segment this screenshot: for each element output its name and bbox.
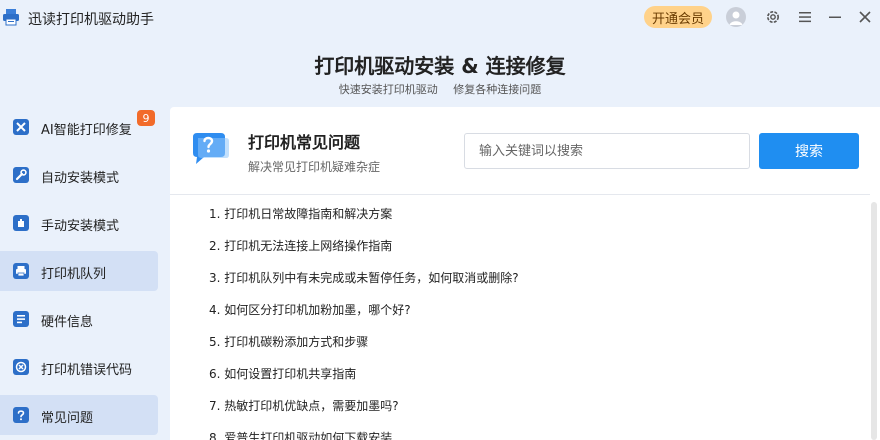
settings-icon[interactable] [764, 8, 782, 26]
vip-button[interactable]: 开通会员 [644, 6, 712, 28]
sidebar: AI智能打印修复 9 自动安装模式 手动安装模式 打印机队列 硬件信息 打印机错… [0, 104, 170, 440]
faq-item[interactable]: 2. 打印机无法连接上网络操作指南 [209, 237, 392, 257]
sidebar-item-hardware-info[interactable]: 硬件信息 [0, 299, 158, 339]
faq-item[interactable]: 8. 爱普生打印机驱动如何下载安装 [209, 429, 392, 440]
sidebar-item-label: 硬件信息 [41, 315, 94, 330]
faq-chat-icon [193, 133, 229, 164]
faq-item[interactable]: 5. 打印机碳粉添加方式和步骤 [209, 333, 368, 353]
faq-item[interactable]: 1. 打印机日常故障指南和解决方案 [209, 205, 392, 225]
title-bar: 迅读打印机驱动助手 开通会员 [0, 0, 880, 36]
sidebar-item-label: AI智能打印修复 [41, 123, 132, 138]
minimize-icon[interactable] [826, 8, 844, 26]
hero-title: 打印机驱动安装 & 连接修复 [314, 54, 566, 78]
hero-subtitle: 快速安装打印机驱动 修复各种连接问题 [0, 81, 880, 97]
question-icon [13, 407, 29, 423]
faq-title: 打印机常见问题 [248, 133, 361, 152]
hand-icon [13, 215, 29, 231]
sidebar-item-auto-install[interactable]: 自动安装模式 [0, 155, 158, 195]
printer-app-icon [3, 9, 19, 26]
search-input[interactable] [464, 133, 750, 169]
scrollbar[interactable] [871, 202, 877, 440]
faq-item[interactable]: 3. 打印机队列中有未完成或未暂停任务，如何取消或删除? [209, 269, 519, 289]
sidebar-item-print-queue[interactable]: 打印机队列 [0, 251, 158, 291]
faq-subtitle: 解决常见打印机疑难杂症 [248, 160, 381, 174]
sidebar-item-ai-repair[interactable]: AI智能打印修复 9 [0, 107, 158, 147]
app-title: 迅读打印机驱动助手 [28, 12, 154, 28]
avatar-icon[interactable] [726, 7, 746, 27]
tools-icon [13, 119, 29, 135]
sidebar-item-label: 手动安装模式 [41, 219, 120, 234]
sidebar-item-label: 自动安装模式 [41, 171, 120, 186]
wrench-icon [13, 167, 29, 183]
error-icon [13, 359, 29, 375]
sidebar-item-faq[interactable]: 常见问题 [0, 395, 158, 435]
sidebar-item-error-codes[interactable]: 打印机错误代码 [0, 347, 158, 387]
close-icon[interactable] [856, 8, 874, 26]
menu-icon[interactable] [796, 8, 814, 26]
hero-subtitle-1: 快速安装打印机驱动 [338, 83, 438, 96]
sidebar-item-manual-install[interactable]: 手动安装模式 [0, 203, 158, 243]
search-button[interactable]: 搜索 [759, 133, 859, 169]
list-icon [13, 311, 29, 327]
printer-icon [13, 263, 29, 279]
faq-panel: 打印机常见问题 解决常见打印机疑难杂症 搜索 1. 打印机日常故障指南和解决方案… [170, 107, 880, 440]
faq-item[interactable]: 6. 如何设置打印机共享指南 [209, 365, 356, 385]
faq-item[interactable]: 7. 热敏打印机优缺点，需要加墨吗? [209, 397, 399, 417]
sidebar-item-label: 常见问题 [41, 411, 94, 426]
divider [170, 194, 870, 195]
notification-badge: 9 [137, 110, 155, 126]
hero-subtitle-2: 修复各种连接问题 [453, 83, 542, 96]
sidebar-item-label: 打印机错误代码 [41, 363, 133, 378]
sidebar-item-label: 打印机队列 [41, 267, 107, 282]
faq-item[interactable]: 4. 如何区分打印机加粉加墨，哪个好? [209, 301, 411, 321]
